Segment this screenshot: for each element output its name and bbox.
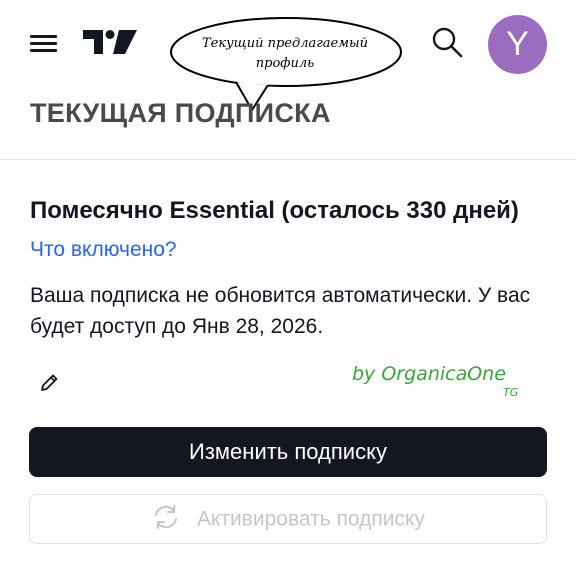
watermark-subscript: TG [503, 386, 519, 399]
avatar[interactable]: Y [488, 15, 547, 74]
pencil-icon[interactable] [38, 372, 60, 394]
annotation-text: Текущий предлагаемый профиль [202, 36, 368, 71]
activate-subscription-label: Активировать подписку [196, 507, 425, 531]
watermark-text: by OrganicaOne [352, 363, 506, 385]
tradingview-logo[interactable] [83, 28, 137, 56]
plan-name: Помесячно Essential (осталось 330 дней) [30, 197, 519, 224]
divider [0, 159, 576, 160]
page-title: ТЕКУЩАЯ ПОДПИСКА [30, 98, 331, 128]
change-subscription-button[interactable]: Изменить подписку [29, 427, 547, 477]
activate-subscription-button[interactable]: Активировать подписку [29, 494, 547, 544]
hamburger-menu-icon[interactable] [30, 34, 57, 54]
whats-included-link[interactable]: Что включено? [30, 238, 177, 261]
refresh-icon [155, 505, 178, 530]
plan-description: Ваша подписка не обновится автоматически… [30, 284, 531, 338]
search-icon[interactable] [430, 25, 464, 59]
subscription-page: Текущий предлагаемый профиль Y ТЕКУЩАЯ П… [0, 0, 576, 573]
plan-title: Помесячно Essential (осталось 330 дней) … [30, 192, 550, 269]
